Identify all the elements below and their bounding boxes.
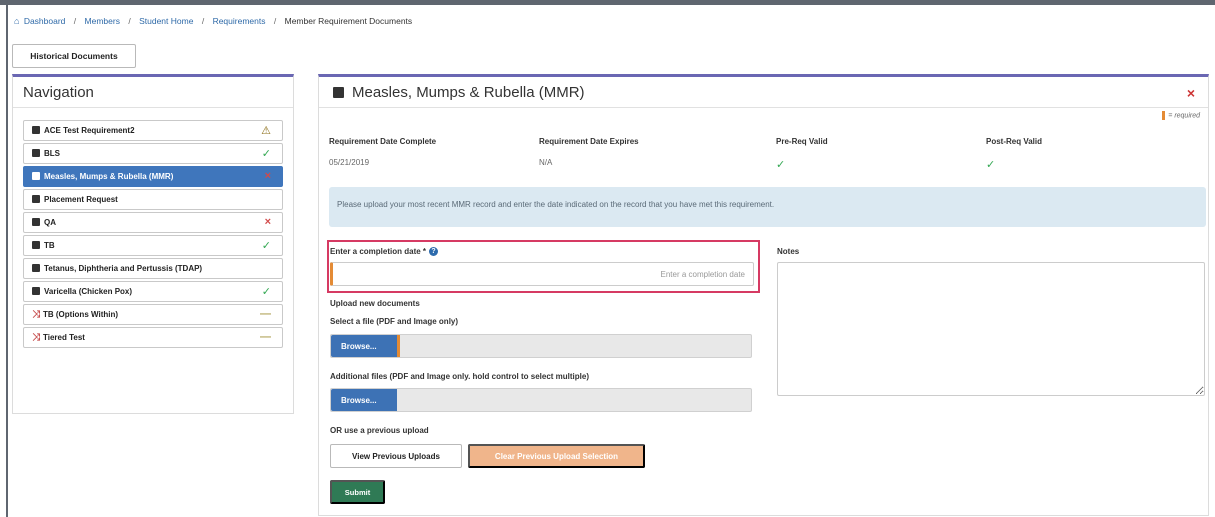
nav-item-label: Tiered Test <box>43 332 85 342</box>
check-icon: ✓ <box>261 285 271 298</box>
nav-item-tb-options[interactable]: ⤨ TB (Options Within) — <box>23 303 283 325</box>
completion-date-label: Enter a completion date *? <box>330 247 439 257</box>
notes-textarea[interactable] <box>777 262 1205 396</box>
breadcrumb: ⌂ Dashboard / Members / Student Home / R… <box>14 16 412 26</box>
nav-item-tb[interactable]: TB ✓ <box>23 234 283 256</box>
additional-files-upload[interactable]: Browse... <box>330 388 752 412</box>
file-upload-field[interactable]: Browse... <box>330 334 752 358</box>
nav-item-qa[interactable]: QA × <box>23 211 283 233</box>
browse-button[interactable]: Browse... <box>331 335 397 357</box>
upload-new-label: Upload new documents <box>330 299 420 308</box>
breadcrumb-separator: / <box>273 16 277 26</box>
postreq-block: Post-Req Valid ✓ <box>986 137 1042 171</box>
date-complete-value: 05/21/2019 <box>329 158 370 167</box>
completion-date-input[interactable] <box>330 262 754 286</box>
nav-item-varicella[interactable]: Varicella (Chicken Pox) ✓ <box>23 280 283 302</box>
breadcrumb-separator: / <box>201 16 205 26</box>
required-legend: = required <box>1162 111 1200 120</box>
breadcrumb-separator: / <box>128 16 131 26</box>
nav-item-label: Measles, Mumps & Rubella (MMR) <box>44 171 174 181</box>
nav-item-mmr[interactable]: Measles, Mumps & Rubella (MMR) × <box>23 165 283 187</box>
breadcrumb-student-home[interactable]: Student Home <box>139 16 193 26</box>
document-icon <box>32 287 40 296</box>
date-expires-block: Requirement Date Expires N/A <box>539 137 639 167</box>
nav-item-placement-request[interactable]: Placement Request <box>23 188 283 210</box>
document-icon <box>32 172 40 181</box>
dash-icon: — <box>260 330 271 343</box>
select-file-label: Select a file (PDF and Image only) <box>330 317 459 326</box>
date-complete-block: Requirement Date Complete 05/21/2019 <box>329 137 436 167</box>
nav-item-label: ACE Test Requirement2 <box>44 125 135 135</box>
document-icon <box>32 264 40 273</box>
nav-item-bls[interactable]: BLS ✓ <box>23 142 283 164</box>
nav-item-label: TB (Options Within) <box>43 309 119 319</box>
document-icon <box>32 149 40 158</box>
requirement-panel: Measles, Mumps & Rubella (MMR) × = requi… <box>318 74 1209 516</box>
nav-item-label: TB <box>44 240 55 250</box>
breadcrumb-separator: / <box>73 16 77 26</box>
previous-upload-label: OR use a previous upload <box>330 426 429 435</box>
left-border <box>6 5 8 517</box>
required-flag-icon <box>1162 111 1166 120</box>
nav-item-label: Placement Request <box>44 194 118 204</box>
options-icon: ⤨ <box>32 308 40 320</box>
requirement-title: Measles, Mumps & Rubella (MMR) <box>352 83 585 101</box>
navigation-panel: Navigation ACE Test Requirement2 ⚠ BLS ✓… <box>12 74 294 414</box>
requirement-header: Measles, Mumps & Rubella (MMR) <box>319 77 1208 108</box>
check-icon: ✓ <box>776 159 786 171</box>
date-expires-label: Requirement Date Expires <box>539 137 639 146</box>
breadcrumb-members[interactable]: Members <box>85 16 120 26</box>
document-icon <box>333 86 344 98</box>
nav-item-label: Tetanus, Diphtheria and Pertussis (TDAP) <box>44 263 203 273</box>
options-icon: ⤨ <box>32 331 40 343</box>
historical-documents-button[interactable]: Historical Documents <box>12 44 136 68</box>
close-icon: × <box>264 169 271 182</box>
breadcrumb-current: Member Requirement Documents <box>284 16 413 26</box>
view-previous-uploads-button[interactable]: View Previous Uploads <box>330 444 462 468</box>
postreq-label: Post-Req Valid <box>986 137 1043 146</box>
check-icon: ✓ <box>261 239 271 252</box>
document-icon <box>32 241 40 250</box>
nav-item-label: Varicella (Chicken Pox) <box>44 286 133 296</box>
date-expires-value: N/A <box>539 158 553 167</box>
dash-icon: — <box>260 307 271 320</box>
clear-previous-upload-button[interactable]: Clear Previous Upload Selection <box>468 444 645 468</box>
completion-date-label-text: Enter a completion date * <box>330 247 427 256</box>
warning-icon: ⚠ <box>261 125 271 137</box>
notes-label: Notes <box>777 247 800 256</box>
prereq-label: Pre-Req Valid <box>776 137 828 146</box>
check-icon: ✓ <box>261 147 271 160</box>
navigation-list: ACE Test Requirement2 ⚠ BLS ✓ Measles, M… <box>23 120 283 350</box>
close-icon: × <box>264 215 271 228</box>
check-icon: ✓ <box>986 159 996 171</box>
required-legend-text: = required <box>1168 112 1200 120</box>
nav-item-ace-test[interactable]: ACE Test Requirement2 ⚠ <box>23 120 283 141</box>
prereq-block: Pre-Req Valid ✓ <box>776 137 828 171</box>
additional-files-label: Additional files (PDF and Image only. ho… <box>330 372 589 381</box>
info-alert: Please upload your most recent MMR recor… <box>329 187 1206 227</box>
submit-button[interactable]: Submit <box>330 480 385 504</box>
required-flag-icon <box>397 335 400 357</box>
browse-button[interactable]: Browse... <box>331 389 397 411</box>
breadcrumb-dashboard[interactable]: Dashboard <box>24 16 66 26</box>
top-border <box>0 0 1215 5</box>
close-icon[interactable]: × <box>1187 85 1195 101</box>
help-icon[interactable]: ? <box>429 247 439 257</box>
document-icon <box>32 218 40 227</box>
nav-item-label: QA <box>44 217 56 227</box>
nav-item-tdap[interactable]: Tetanus, Diphtheria and Pertussis (TDAP) <box>23 257 283 279</box>
date-complete-label: Requirement Date Complete <box>329 137 437 146</box>
document-icon <box>32 126 40 135</box>
nav-item-tiered-test[interactable]: ⤨ Tiered Test — <box>23 326 283 348</box>
home-icon[interactable]: ⌂ <box>14 16 19 26</box>
navigation-title: Navigation <box>13 77 293 108</box>
document-icon <box>32 195 40 204</box>
breadcrumb-requirements[interactable]: Requirements <box>213 16 266 26</box>
nav-item-label: BLS <box>44 148 60 158</box>
